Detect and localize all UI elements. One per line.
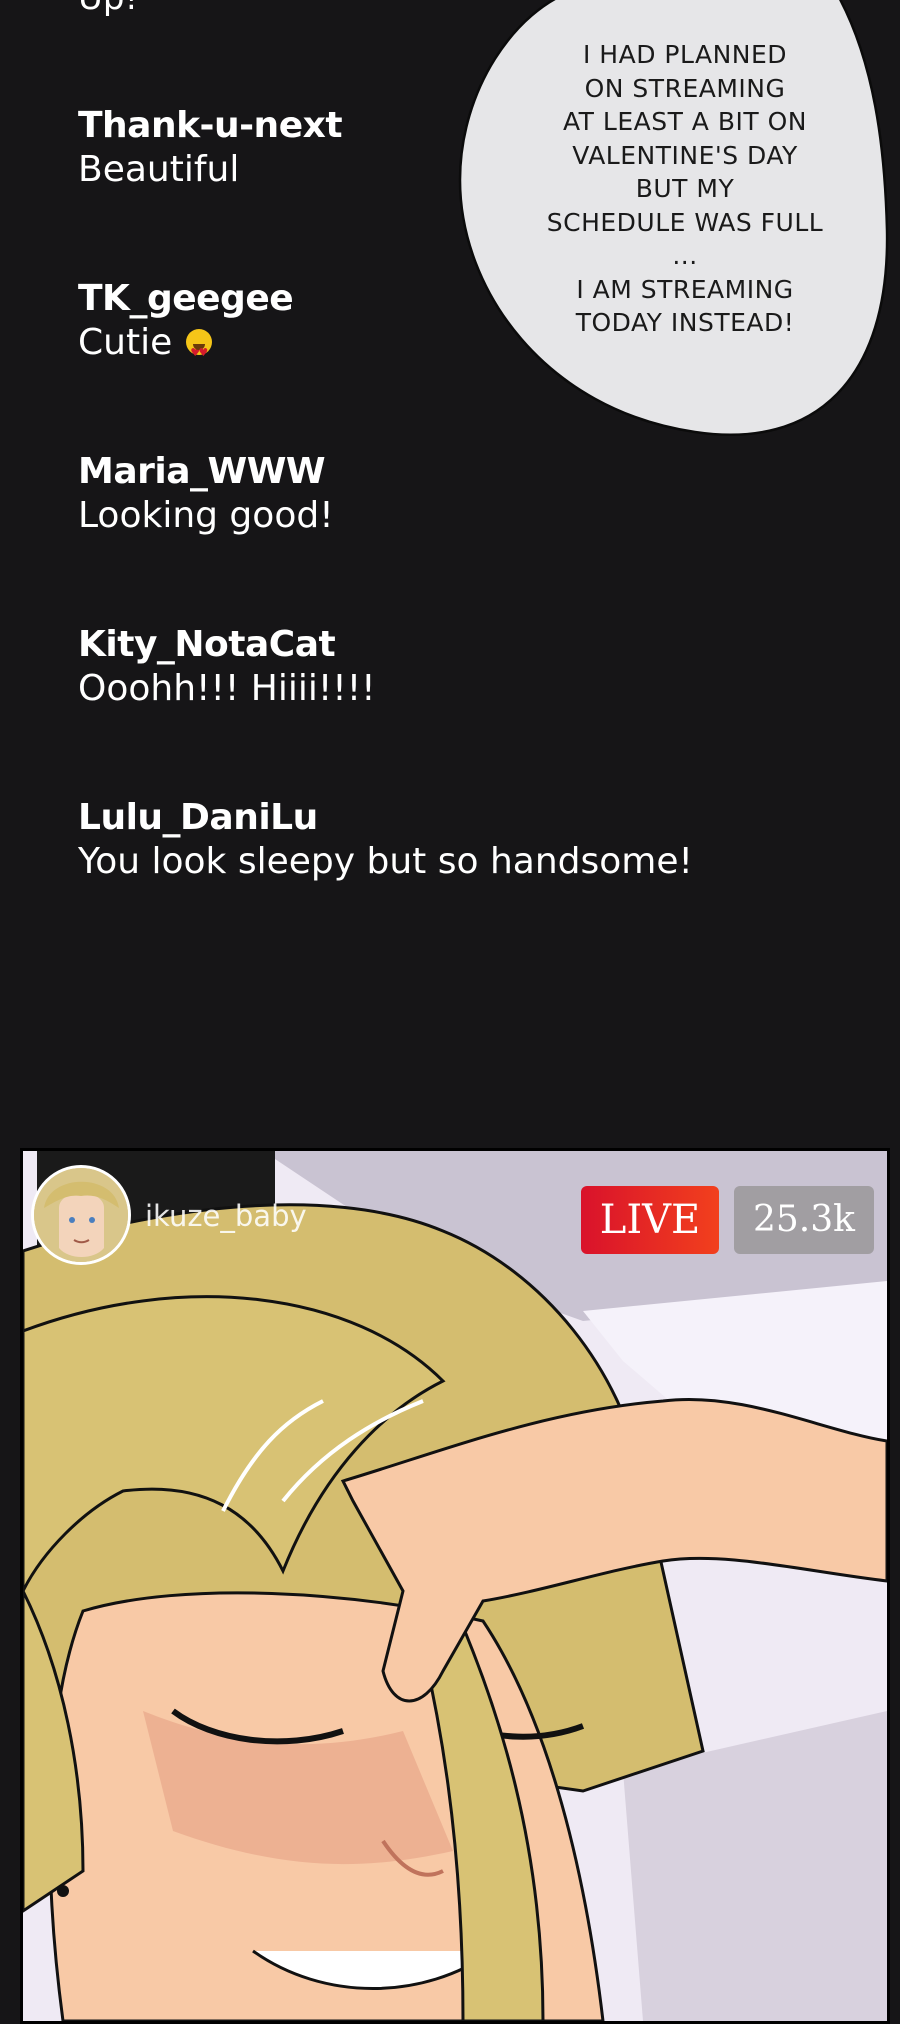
- sleeping-character-illustration: [23, 1151, 887, 2021]
- chat-username: Maria_WWW: [78, 451, 326, 492]
- bubble-line: BUT MY: [635, 174, 735, 203]
- bubble-line: SCHEDULE WAS FULL: [546, 207, 824, 237]
- chat-text: Cutie: [78, 322, 173, 363]
- bubble-line: VALENTINE'S DAY: [572, 140, 798, 170]
- bubble-line: I HAD PLANNED: [582, 40, 788, 69]
- live-badge: LIVE: [581, 1186, 719, 1254]
- livestream-panel: ikuze_baby LIVE 25.3k: [20, 1148, 890, 2024]
- chat-username: Lulu_DaniLu: [78, 797, 318, 838]
- bubble-line: I AM STREAMING: [576, 274, 794, 304]
- chat-top-fragment: Up!: [78, 0, 138, 18]
- speech-bubble-text: I HAD PLANNED ON STREAMING AT LEAST A BI…: [500, 38, 870, 340]
- viewer-count-badge: 25.3k: [734, 1186, 874, 1254]
- streamer-username[interactable]: ikuze_baby: [145, 1199, 307, 1233]
- chat-text: Ooohh!!! Hiiii!!!!: [78, 668, 376, 709]
- chat-message: Lulu_DaniLu You look sleepy but so hands…: [78, 796, 778, 884]
- bubble-line: ...: [672, 241, 698, 270]
- bubble-line: AT LEAST A BIT ON: [563, 107, 807, 136]
- streamer-avatar[interactable]: [31, 1165, 131, 1265]
- chat-message: Kity_NotaCat Ooohh!!! Hiiii!!!!: [78, 623, 778, 711]
- chat-text: You look sleepy but so handsome!: [78, 841, 693, 882]
- chat-username: Kity_NotaCat: [78, 624, 336, 665]
- bubble-line: TODAY INSTEAD!: [575, 308, 795, 337]
- chat-text: Looking good!: [78, 495, 334, 536]
- chat-message: Maria_WWW Looking good!: [78, 450, 778, 538]
- avatar-portrait-icon: [34, 1168, 128, 1262]
- heart-eyes-emoji-icon: [186, 329, 213, 375]
- bubble-line: ON STREAMING: [584, 73, 786, 103]
